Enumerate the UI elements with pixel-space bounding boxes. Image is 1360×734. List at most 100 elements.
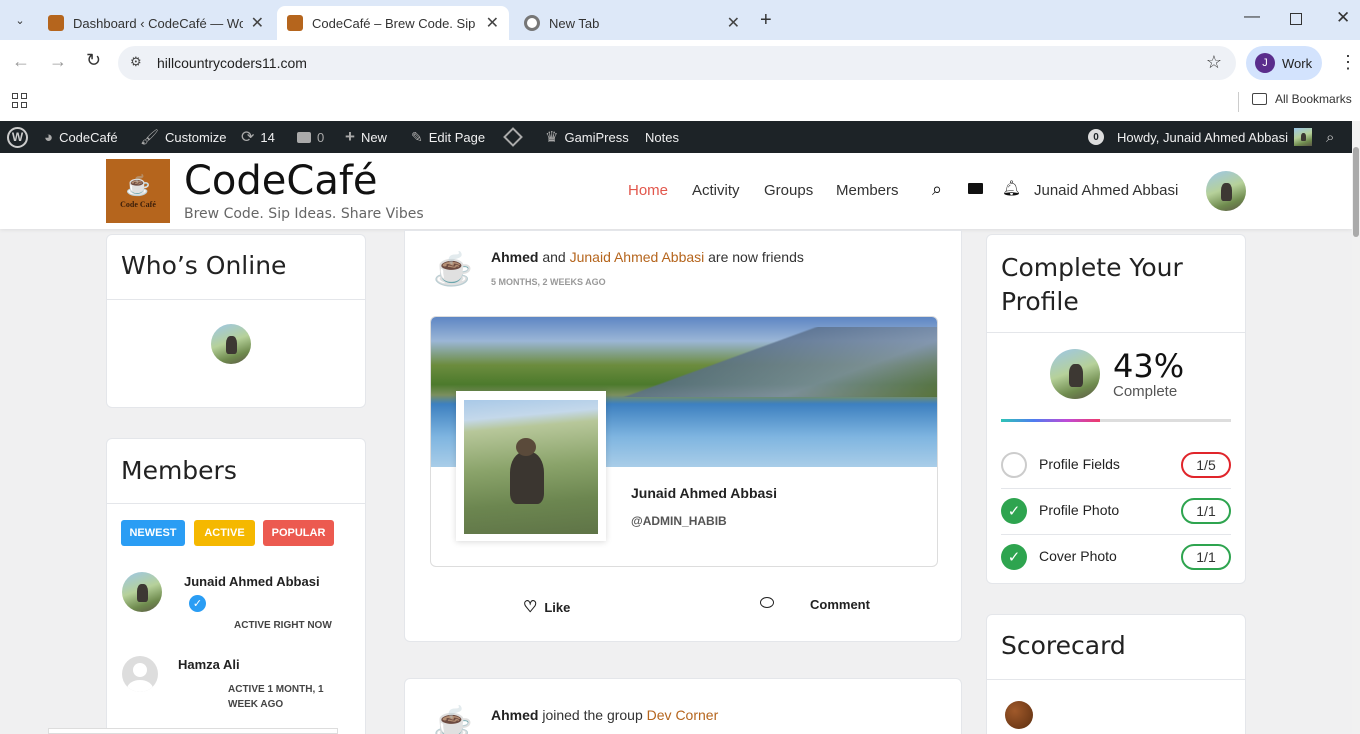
tab-dashboard[interactable]: Dashboard ‹ CodeCafé — WordPress ✕ [38,6,274,40]
codecafe-avatar[interactable]: ☕ [431,247,475,291]
comment-icon[interactable] [760,597,774,608]
like-button[interactable]: ♡ Like [523,597,570,617]
activity-item: ☕ Ahmed joined the group Dev Corner [404,678,962,734]
admin-comments-link[interactable]: 0 [297,121,324,153]
nav-activity[interactable]: Activity [692,182,740,199]
omnibox[interactable]: ⚙ hillcountrycoders11.com ☆ [118,46,1236,80]
profile-avatar: J [1255,53,1275,73]
online-user-avatar[interactable] [211,324,251,364]
page-scrollbar[interactable] [1352,121,1360,734]
friend-card-handle: @ADMIN_HABIB [631,514,727,528]
filter-popular-button[interactable]: POPULAR [263,520,334,546]
profile-chip[interactable]: J Work [1246,46,1322,80]
site-title[interactable]: CodeCafé [184,158,378,204]
friend-card-name[interactable]: Junaid Ahmed Abbasi [631,485,777,501]
nav-groups[interactable]: Groups [764,182,813,199]
activity-actor[interactable]: Ahmed [491,707,538,723]
whos-online-title: Who’s Online [121,251,287,280]
comment-button[interactable]: Comment [810,597,870,612]
restore-button[interactable] [1290,13,1302,25]
tab-title: New Tab [549,15,600,31]
completion-item-label[interactable]: Profile Photo [1039,502,1119,518]
member-name[interactable]: Junaid Ahmed Abbasi [184,574,320,589]
admin-edit-page-link[interactable]: ✎ Edit Page [411,121,485,153]
nav-members[interactable]: Members [836,182,899,199]
profile-completion-widget: Complete Your Profile 43% Complete Profi… [986,234,1246,584]
activity-actor[interactable]: Ahmed [491,249,538,265]
activity-target[interactable]: Junaid Ahmed Abbasi [570,249,705,265]
activity-target[interactable]: Dev Corner [647,707,719,723]
scrollbar-thumb[interactable] [1353,147,1359,237]
activity-connector: and [542,249,566,265]
member-avatar[interactable] [122,572,162,612]
admin-gamipress-link[interactable]: ♛ GamiPress [545,121,629,153]
admin-site-link[interactable]: ◕ CodeCafé [44,121,118,153]
wordpress-logo-icon[interactable]: W [7,121,28,153]
admin-new-link[interactable]: + New [345,121,387,153]
header-user-name[interactable]: Junaid Ahmed Abbasi [1034,182,1178,199]
filter-active-button[interactable]: ACTIVE [194,520,255,546]
admin-avatar [1294,128,1313,146]
admin-notifications[interactable]: 0 [1088,121,1104,153]
brush-icon: 🖌 [140,129,160,146]
completion-item-value: 1/1 [1181,544,1231,570]
check-icon: ✓ [1001,544,1027,570]
admin-customize-label: Customize [165,129,227,145]
member-status: ACTIVE RIGHT NOW [234,620,332,631]
search-icon[interactable]: ⌕ [932,179,942,200]
friend-photo[interactable] [464,400,598,534]
admin-comments-count: 0 [317,129,325,145]
messages-icon[interactable] [968,183,983,194]
admin-account-link[interactable]: Howdy, Junaid Ahmed Abbasi [1117,121,1313,153]
divider [107,299,365,300]
bell-icon[interactable]: 🔔︎ [1002,179,1021,197]
admin-search-icon[interactable]: ⌕ [1326,121,1334,153]
all-bookmarks-label: All Bookmarks [1275,92,1352,106]
activity-action: are now friends [708,249,804,265]
close-icon[interactable]: ✕ [251,13,264,33]
site-info-icon[interactable]: ⚙ [130,54,142,70]
coffee-bean-icon [1005,701,1033,729]
codecafe-favicon-icon [48,15,64,31]
like-label: Like [544,599,571,615]
header-user-avatar[interactable] [1206,171,1246,211]
tab-codecafe[interactable]: CodeCafé – Brew Code. Sip Ideas ✕ [277,6,509,40]
apps-grid-icon[interactable] [12,93,27,108]
activity-time: 5 MONTHS, 2 WEEKS AGO [491,277,606,287]
reload-button[interactable]: ↻ [86,50,101,71]
admin-plugin-diamond-icon[interactable] [503,121,523,153]
nav-home[interactable]: Home [628,182,668,199]
coffee-cup-icon: ☕ [125,175,151,197]
member-avatar-placeholder[interactable] [122,656,158,692]
bookmark-star-icon[interactable]: ☆ [1206,52,1222,73]
completion-avatar[interactable] [1050,349,1100,399]
filter-newest-button[interactable]: NEWEST [121,520,185,546]
completion-item-label[interactable]: Profile Fields [1039,456,1120,472]
site-logo[interactable]: ☕ Code Café [106,159,170,223]
close-icon[interactable]: ✕ [727,13,740,33]
completion-percent: 43% [1113,347,1185,385]
admin-updates-link[interactable]: ⟳ 14 [241,121,275,153]
admin-notes-link[interactable]: Notes [645,121,679,153]
admin-customize-link[interactable]: 🖌 Customize [140,121,226,153]
browser-menu-icon[interactable]: ⋮ [1339,52,1357,73]
new-tab-button[interactable]: + [760,9,772,32]
close-icon[interactable]: ✕ [486,13,499,33]
tab-new-tab[interactable]: New Tab ✕ [514,6,750,40]
folder-icon [1252,93,1267,105]
site-tagline: Brew Code. Sip Ideas. Share Vibes [184,206,424,222]
activity-action: joined the group [542,707,643,723]
url-text[interactable]: hillcountrycoders11.com [157,55,307,71]
codecafe-avatar[interactable]: ☕ [431,701,475,734]
close-window-button[interactable]: ✕ [1336,8,1350,28]
member-name[interactable]: Hamza Ali [178,657,240,672]
members-title: Members [121,456,237,485]
minimize-button[interactable]: — [1244,8,1260,26]
tab-search-button[interactable]: ⌄ [8,8,32,32]
completion-item-label[interactable]: Cover Photo [1039,548,1117,564]
divider [1001,534,1231,535]
dashboard-icon: ◕ [44,128,54,146]
forward-button[interactable]: → [49,51,67,72]
all-bookmarks[interactable]: All Bookmarks [1252,92,1352,106]
back-button[interactable]: ← [12,51,30,72]
